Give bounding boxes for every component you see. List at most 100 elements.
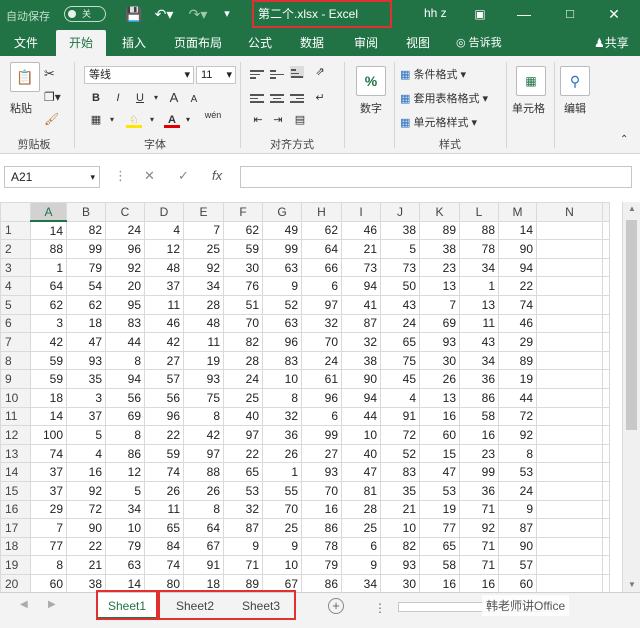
cell[interactable]: 55 — [262, 480, 302, 501]
maximize-icon[interactable]: □ — [560, 3, 580, 25]
cell[interactable]: 62 — [66, 294, 106, 315]
cell[interactable]: 24 — [105, 220, 145, 241]
cell[interactable]: 60 — [30, 573, 67, 592]
cell[interactable] — [536, 239, 603, 259]
column-header[interactable]: C — [105, 202, 145, 222]
cell[interactable]: 99 — [66, 239, 106, 259]
cell[interactable]: 1 — [30, 257, 67, 278]
cell[interactable]: 83 — [105, 313, 145, 334]
collapse-ribbon-icon[interactable]: ⌃ — [620, 134, 628, 145]
search-icon[interactable]: ⚲ — [560, 66, 590, 96]
cell[interactable]: 64 — [301, 239, 342, 259]
cell[interactable]: 96 — [105, 239, 145, 259]
cell[interactable]: 86 — [301, 518, 342, 538]
cell[interactable]: 61 — [301, 369, 342, 389]
cell[interactable]: 63 — [105, 555, 145, 575]
cell[interactable]: 79 — [105, 536, 145, 557]
cell[interactable]: 26 — [262, 443, 302, 464]
cell[interactable]: 32 — [223, 499, 263, 520]
row-header[interactable]: 11 — [0, 406, 31, 427]
column-header[interactable]: I — [341, 202, 381, 222]
cell[interactable]: 94 — [498, 257, 537, 278]
cell[interactable]: 44 — [341, 406, 381, 427]
cell[interactable]: 62 — [223, 220, 263, 241]
cell[interactable]: 36 — [459, 480, 499, 501]
cell[interactable]: 23 — [419, 257, 460, 278]
font-name-select[interactable]: 等线 ▾ — [84, 66, 194, 84]
cell[interactable]: 4 — [380, 387, 420, 408]
row-header[interactable]: 15 — [0, 480, 31, 501]
cell[interactable]: 92 — [183, 257, 224, 278]
align-right-icon[interactable] — [290, 92, 304, 104]
cell[interactable]: 42 — [183, 425, 224, 445]
cell[interactable]: 35 — [380, 480, 420, 501]
minimize-icon[interactable]: — — [514, 3, 534, 25]
cell[interactable] — [536, 387, 603, 408]
cell[interactable]: 93 — [301, 462, 342, 482]
next-sheet-icon[interactable]: ▶ — [48, 599, 56, 610]
cell[interactable]: 60 — [419, 425, 460, 445]
cell[interactable]: 92 — [66, 480, 106, 501]
cell[interactable]: 83 — [262, 350, 302, 371]
cell[interactable]: 71 — [459, 499, 499, 520]
cell[interactable]: 24 — [223, 369, 263, 389]
cell[interactable] — [536, 499, 603, 520]
cell[interactable]: 16 — [301, 499, 342, 520]
cell[interactable] — [602, 369, 610, 389]
cell[interactable]: 71 — [459, 536, 499, 557]
cell[interactable]: 100 — [30, 425, 67, 445]
cell[interactable]: 50 — [380, 276, 420, 296]
cell[interactable]: 30 — [419, 350, 460, 371]
cell[interactable] — [602, 443, 610, 464]
cell[interactable]: 8 — [105, 425, 145, 445]
cell[interactable]: 49 — [262, 220, 302, 241]
cell[interactable]: 78 — [459, 239, 499, 259]
cell[interactable]: 9 — [262, 276, 302, 296]
cell[interactable] — [602, 332, 610, 352]
cell[interactable]: 9 — [223, 536, 263, 557]
cell[interactable]: 59 — [223, 239, 263, 259]
cell[interactable] — [536, 332, 603, 352]
cell[interactable]: 26 — [183, 480, 224, 501]
cell[interactable]: 10 — [380, 518, 420, 538]
cell[interactable] — [602, 257, 610, 278]
cell[interactable]: 46 — [144, 313, 184, 334]
row-header[interactable]: 18 — [0, 536, 31, 557]
cell[interactable]: 8 — [262, 387, 302, 408]
cell[interactable]: 66 — [301, 257, 342, 278]
cell[interactable]: 28 — [223, 350, 263, 371]
font-color-icon[interactable]: A — [164, 112, 180, 128]
cell[interactable]: 97 — [183, 443, 224, 464]
cell[interactable]: 27 — [144, 350, 184, 371]
cell[interactable]: 5 — [66, 425, 106, 445]
select-all-corner[interactable] — [0, 202, 31, 222]
cell[interactable]: 94 — [105, 369, 145, 389]
cell[interactable]: 6 — [301, 276, 342, 296]
row-header[interactable]: 9 — [0, 369, 31, 389]
cell[interactable]: 74 — [30, 443, 67, 464]
cell[interactable]: 37 — [30, 462, 67, 482]
cell[interactable]: 99 — [262, 239, 302, 259]
cell[interactable]: 70 — [262, 499, 302, 520]
cancel-icon[interactable]: ✕ — [144, 168, 155, 184]
chevron-down-icon[interactable]: ▾ — [148, 90, 164, 106]
row-header[interactable]: 2 — [0, 239, 31, 259]
cell[interactable]: 52 — [262, 294, 302, 315]
cell[interactable]: 30 — [223, 257, 263, 278]
cell[interactable]: 81 — [341, 480, 381, 501]
cell[interactable]: 82 — [66, 220, 106, 241]
cell[interactable] — [536, 573, 603, 592]
cell[interactable]: 94 — [341, 387, 381, 408]
cell[interactable]: 59 — [30, 369, 67, 389]
cell[interactable] — [602, 425, 610, 445]
cell[interactable]: 53 — [419, 480, 460, 501]
column-header[interactable]: F — [223, 202, 263, 222]
cell[interactable] — [536, 555, 603, 575]
cell[interactable]: 74 — [144, 555, 184, 575]
customize-toolbar-icon[interactable]: ▾ — [220, 3, 234, 25]
cell[interactable]: 40 — [341, 443, 381, 464]
cell[interactable]: 16 — [419, 573, 460, 592]
cell[interactable]: 8 — [183, 406, 224, 427]
cell[interactable] — [602, 555, 610, 575]
paste-icon[interactable]: 📋 — [10, 62, 40, 92]
